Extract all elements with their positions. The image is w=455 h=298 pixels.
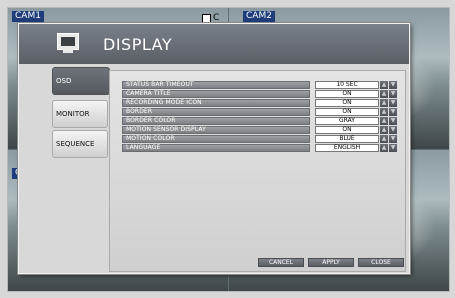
setting-arrows: ▲ ▼: [380, 117, 397, 125]
setting-label: BORDER COLOR: [122, 117, 310, 125]
setting-label: MOTION SENSOR DISPLAY: [122, 126, 310, 134]
dialog-title: DISPLAY: [103, 35, 173, 54]
setting-label: LANGUAGE: [122, 144, 310, 152]
recording-indicator: C: [202, 13, 219, 23]
arrow-up-icon[interactable]: ▲: [380, 108, 388, 116]
setting-arrows: ▲ ▼: [380, 99, 397, 107]
recording-indicator-text: C: [213, 13, 220, 23]
arrow-down-icon[interactable]: ▼: [389, 117, 397, 125]
setting-arrows: ▲ ▼: [380, 144, 397, 152]
setting-arrows: ▲ ▼: [380, 126, 397, 134]
arrow-up-icon[interactable]: ▲: [380, 144, 388, 152]
arrow-up-icon[interactable]: ▲: [380, 135, 388, 143]
setting-label: CAMERA TITLE: [122, 90, 310, 98]
setting-label: STATUS BAR TIMEOUT: [122, 81, 310, 89]
arrow-down-icon[interactable]: ▼: [389, 135, 397, 143]
arrow-up-icon[interactable]: ▲: [380, 99, 388, 107]
setting-value[interactable]: BLUE: [315, 135, 379, 143]
setting-row: BORDER COLOR GRAY ▲ ▼: [122, 117, 398, 125]
setting-value[interactable]: ON: [315, 108, 379, 116]
setting-value[interactable]: ON: [315, 90, 379, 98]
setting-label: RECORDING MODE ICON: [122, 99, 310, 107]
setting-row: RECORDING MODE ICON ON ▲ ▼: [122, 99, 398, 107]
record-box-icon: [202, 13, 211, 23]
dialog-header: DISPLAY: [19, 24, 409, 64]
setting-arrows: ▲ ▼: [380, 135, 397, 143]
setting-value[interactable]: ENGLISH: [315, 144, 379, 152]
monitor-icon: [57, 33, 79, 50]
setting-arrows: ▲ ▼: [380, 81, 397, 89]
side-menu-osd[interactable]: OSD: [52, 67, 110, 95]
cancel-button[interactable]: CANCEL: [258, 258, 304, 267]
setting-value[interactable]: ON: [315, 126, 379, 134]
setting-row: CAMERA TITLE ON ▲ ▼: [122, 90, 398, 98]
arrow-up-icon[interactable]: ▲: [380, 81, 388, 89]
setting-row: MOTION COLOR BLUE ▲ ▼: [122, 135, 398, 143]
setting-arrows: ▲ ▼: [380, 90, 397, 98]
arrow-down-icon[interactable]: ▼: [389, 144, 397, 152]
arrow-down-icon[interactable]: ▼: [389, 108, 397, 116]
arrow-down-icon[interactable]: ▼: [389, 99, 397, 107]
setting-label: BORDER: [122, 108, 310, 116]
setting-value[interactable]: 10 SEC: [315, 81, 379, 89]
setting-row: BORDER ON ▲ ▼: [122, 108, 398, 116]
arrow-up-icon[interactable]: ▲: [380, 126, 388, 134]
camera-label-2: CAM2: [243, 11, 275, 22]
setting-value[interactable]: ON: [315, 99, 379, 107]
setting-label: MOTION COLOR: [122, 135, 310, 143]
arrow-down-icon[interactable]: ▼: [389, 126, 397, 134]
close-button[interactable]: CLOSE: [358, 258, 404, 267]
setting-row: STATUS BAR TIMEOUT 10 SEC ▲ ▼: [122, 81, 398, 89]
settings-panel: STATUS BAR TIMEOUT 10 SEC ▲ ▼ CAMERA TIT…: [109, 70, 406, 272]
side-menu-monitor[interactable]: MONITOR: [52, 100, 108, 128]
monitor-stand: [63, 49, 73, 53]
arrow-up-icon[interactable]: ▲: [380, 90, 388, 98]
setting-value[interactable]: GRAY: [315, 117, 379, 125]
setting-arrows: ▲ ▼: [380, 108, 397, 116]
setting-row: LANGUAGE ENGLISH ▲ ▼: [122, 144, 398, 152]
camera-label-1: CAM1: [12, 11, 44, 22]
arrow-down-icon[interactable]: ▼: [389, 90, 397, 98]
display-settings-dialog: DISPLAY OSD MONITOR SEQUENCE STATUS BAR …: [18, 23, 410, 274]
apply-button[interactable]: APPLY: [308, 258, 354, 267]
side-menu-sequence[interactable]: SEQUENCE: [52, 130, 108, 158]
arrow-down-icon[interactable]: ▼: [389, 81, 397, 89]
setting-row: MOTION SENSOR DISPLAY ON ▲ ▼: [122, 126, 398, 134]
arrow-up-icon[interactable]: ▲: [380, 117, 388, 125]
